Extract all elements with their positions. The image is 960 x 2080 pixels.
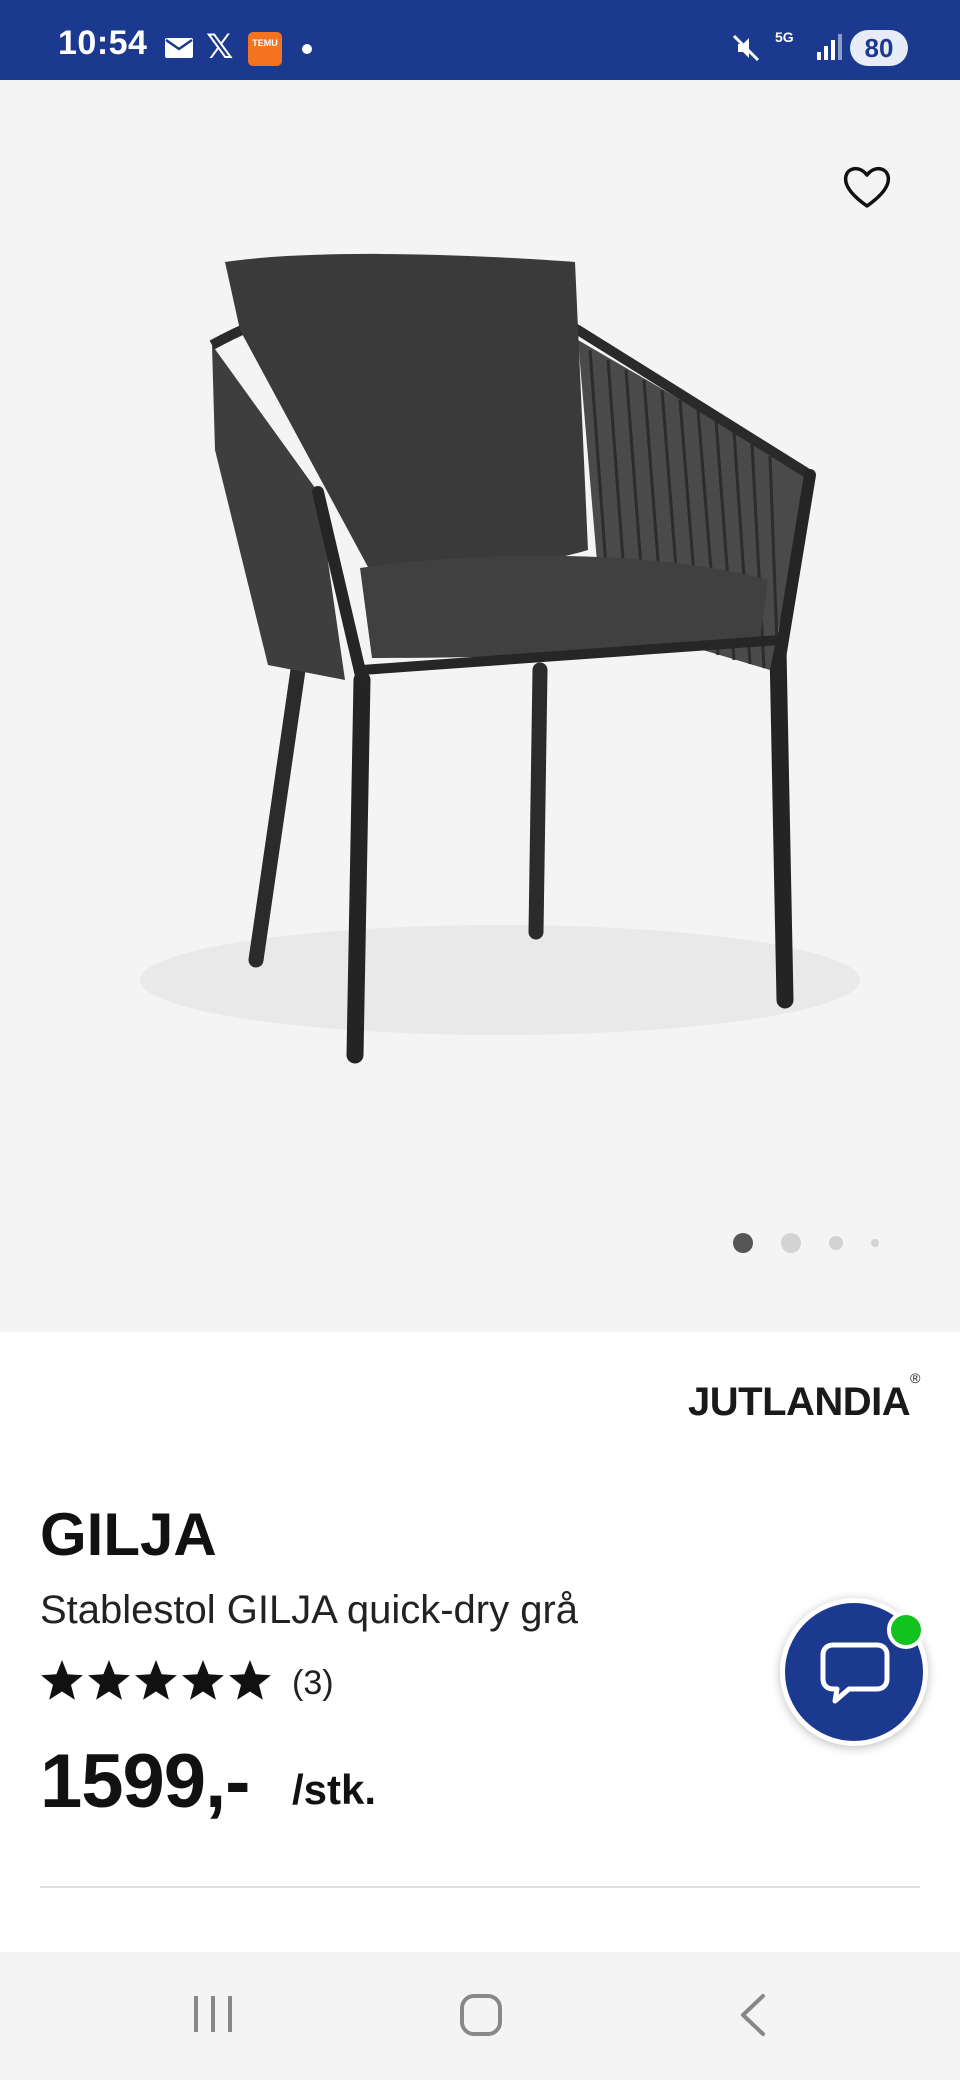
product-subtitle: Stablestol GILJA quick-dry grå	[40, 1588, 579, 1632]
status-bar: 10:54 𝕏 TEMU 5G 80	[0, 0, 960, 80]
brand-name: JUTLANDIA	[688, 1380, 911, 1424]
review-count[interactable]: (3)	[292, 1664, 334, 1703]
star-icon	[135, 1660, 177, 1700]
mail-icon	[165, 38, 193, 58]
back-icon[interactable]	[735, 1992, 771, 2038]
battery-indicator: 80	[850, 30, 908, 66]
carousel-dot[interactable]	[871, 1239, 879, 1247]
star-icon	[182, 1660, 224, 1700]
product-image-gallery[interactable]	[0, 80, 960, 1332]
signal-icon	[817, 34, 842, 60]
brand-logo: JUTLANDIA®	[680, 1370, 920, 1425]
heart-icon[interactable]	[842, 164, 892, 210]
price-unit: /stk.	[292, 1766, 377, 1813]
notification-dot-icon	[302, 44, 312, 54]
temu-icon: TEMU	[248, 32, 282, 66]
home-icon[interactable]	[458, 1992, 504, 2038]
mute-icon	[732, 34, 760, 62]
star-icon	[41, 1660, 83, 1700]
product-price: 1599,-	[40, 1739, 250, 1824]
product-image	[140, 253, 860, 1064]
chat-button[interactable]	[780, 1598, 928, 1746]
carousel-dot[interactable]	[733, 1233, 753, 1253]
online-status-dot	[887, 1611, 925, 1649]
carousel-dot[interactable]	[781, 1233, 801, 1253]
divider	[40, 1886, 920, 1888]
x-icon: 𝕏	[206, 28, 234, 66]
brand-mark: ®	[910, 1369, 920, 1386]
star-icon	[229, 1660, 271, 1700]
status-time: 10:54	[58, 24, 148, 62]
recent-apps-icon[interactable]	[190, 1992, 236, 2036]
system-nav-bar	[0, 1952, 960, 2080]
5g-icon: 5G	[775, 29, 794, 45]
temu-label: TEMU	[252, 38, 278, 48]
chat-bubble-icon	[820, 1642, 890, 1704]
carousel-dot[interactable]	[829, 1236, 843, 1250]
star-icon	[88, 1660, 130, 1700]
rating-stars	[41, 1660, 271, 1700]
product-title: GILJA	[40, 1501, 217, 1568]
